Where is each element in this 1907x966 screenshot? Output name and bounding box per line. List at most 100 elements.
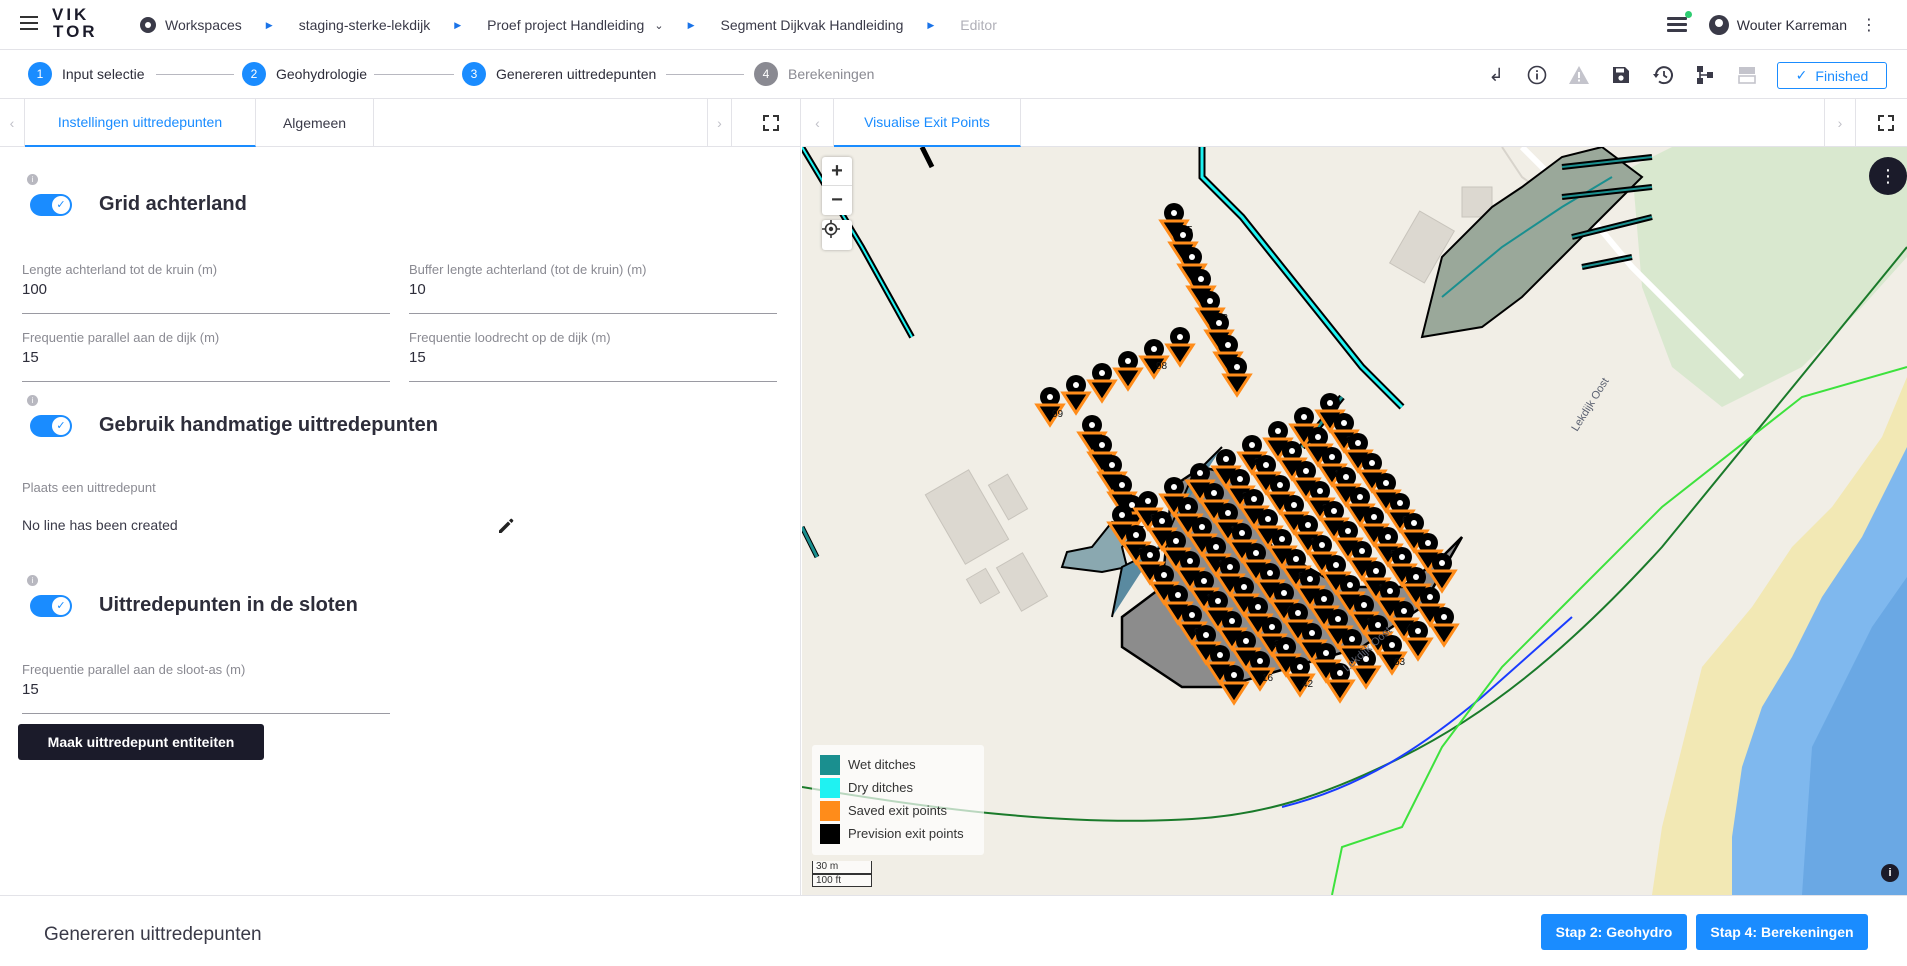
buffer-lengte-field[interactable]: Buffer lengte achterland (tot de kruin) … (409, 262, 777, 314)
previous-step-button[interactable]: Stap 2: Geohydro (1541, 914, 1687, 950)
saved-exit-point[interactable] (1060, 391, 1092, 416)
marker-center (1201, 578, 1207, 584)
marker-center (1345, 528, 1351, 534)
maak-uittredepunt-entiteiten-button[interactable]: Maak uittredepunt entiteiten (18, 724, 264, 760)
saved-exit-point[interactable] (1086, 379, 1118, 404)
grid-achterland-toggle[interactable] (30, 194, 72, 216)
buffer-lengte-input[interactable] (409, 281, 777, 298)
lengte-achterland-input[interactable] (22, 281, 390, 298)
marker-center (1337, 670, 1343, 676)
map-more-vert-icon[interactable]: ⋮ (1869, 157, 1907, 195)
marker-center (1389, 642, 1395, 648)
breadcrumb-workspaces[interactable]: Workspaces (140, 17, 242, 33)
frequentie-loodrecht-field[interactable]: Frequentie loodrecht op de dijk (m) (409, 330, 777, 382)
marker-center (1331, 508, 1337, 514)
frequentie-parallel-field[interactable]: Frequentie parallel aan de dijk (m) (22, 330, 390, 382)
marker-center (1375, 622, 1381, 628)
tab-scroll-right-icon[interactable]: › (707, 99, 732, 147)
zoom-control: + − (822, 157, 852, 215)
fullscreen-icon[interactable] (761, 113, 781, 133)
road-label: Lekdijk Oost (1569, 376, 1611, 434)
exit-points-layer: 1051129998888626272533141219201011986453… (1034, 203, 1460, 706)
marker-center (1109, 462, 1115, 468)
breadcrumb-segment[interactable]: Segment Dijkvak Handleiding (720, 17, 903, 33)
user-name[interactable]: Wouter Karreman (1737, 17, 1847, 33)
frequentie-parallel-input[interactable] (22, 349, 390, 366)
handmatige-uittredepunten-toggle[interactable] (30, 415, 72, 437)
wet-ditch (802, 526, 819, 558)
history-icon[interactable] (1651, 63, 1675, 87)
attribution-info-icon[interactable]: i (1881, 864, 1899, 882)
saved-exit-point[interactable] (1324, 679, 1356, 704)
marker-center (1253, 550, 1259, 556)
zoom-in-button[interactable]: + (822, 157, 852, 186)
marker-center (1241, 584, 1247, 590)
map-view[interactable]: 1051129998888626272533141219201011986453… (802, 147, 1907, 895)
step-2[interactable]: 2 Geohydrologie (242, 62, 367, 86)
saved-exit-point[interactable] (1402, 637, 1434, 662)
entity-tree-icon[interactable] (1693, 63, 1717, 87)
info-icon[interactable]: i (27, 575, 38, 586)
viktor-logo[interactable]: VIK TOR (52, 6, 98, 40)
fullscreen-icon[interactable] (1876, 113, 1896, 133)
tab-algemeen[interactable]: Algemeen (256, 99, 374, 147)
jobs-stack-icon[interactable] (1666, 11, 1692, 33)
frequentie-loodrecht-input[interactable] (409, 349, 777, 366)
no-line-text: No line has been created (22, 517, 178, 533)
marker-center (1355, 440, 1361, 446)
marker-center (1371, 514, 1377, 520)
marker-center (1305, 522, 1311, 528)
info-icon[interactable] (1525, 63, 1549, 87)
user-avatar-icon[interactable] (1708, 15, 1729, 35)
info-icon[interactable]: i (27, 174, 38, 185)
map-scale: 30 m 100 ft (812, 861, 872, 887)
marker-center (1099, 370, 1105, 376)
frequentie-sloot-as-input[interactable] (22, 681, 390, 698)
finished-button[interactable]: ✓ Finished (1777, 62, 1887, 89)
tab-scroll-right-icon[interactable]: › (1824, 99, 1856, 147)
enter-return-icon[interactable]: ↲ (1484, 63, 1508, 87)
marker-center (1187, 558, 1193, 564)
tab-instellingen-uittredepunten[interactable]: Instellingen uittredepunten (25, 99, 256, 147)
tab-scroll-left-icon[interactable]: ‹ (0, 99, 25, 147)
marker-center (1133, 532, 1139, 538)
more-vert-icon[interactable]: ⋮ (1861, 15, 1877, 35)
marker-center (1189, 254, 1195, 260)
frequentie-sloot-as-field[interactable]: Frequentie parallel aan de sloot-as (m) (22, 662, 390, 714)
pencil-icon[interactable] (496, 516, 516, 536)
saved-exit-point[interactable] (1428, 623, 1460, 648)
info-icon[interactable]: i (27, 395, 38, 406)
right-tab-bar: ‹ Visualise Exit Points › (802, 99, 1907, 147)
marker-center (1207, 298, 1213, 304)
scale-metric: 30 m (812, 861, 872, 874)
tab-label: Visualise Exit Points (864, 114, 990, 130)
locate-button[interactable] (822, 220, 852, 250)
tab-scroll-left-icon[interactable]: ‹ (802, 99, 834, 147)
step-1[interactable]: 1 Input selectie (28, 62, 145, 86)
marker-center (1411, 520, 1417, 526)
saved-exit-point[interactable] (1218, 681, 1250, 706)
marker-center (1277, 482, 1283, 488)
breadcrumb-workspace[interactable]: staging-sterke-lekdijk (299, 17, 431, 33)
breadcrumb-project[interactable]: Proef project Handleiding ⌄ (487, 17, 663, 33)
save-icon[interactable] (1609, 63, 1633, 87)
menu-icon[interactable] (20, 16, 38, 30)
marker-center (1189, 612, 1195, 618)
marker-center (1089, 422, 1095, 428)
saved-exit-point[interactable] (1164, 343, 1196, 368)
uittredepunten-sloten-toggle[interactable] (30, 595, 72, 617)
marker-center (1383, 480, 1389, 486)
step-4[interactable]: 4 Berekeningen (754, 62, 874, 86)
tab-visualise-exit-points[interactable]: Visualise Exit Points (834, 99, 1021, 147)
saved-exit-point[interactable] (1112, 367, 1144, 392)
exit-point-label: 16 (1262, 673, 1274, 684)
step-3[interactable]: 3 Genereren uittredepunten (462, 62, 656, 86)
saved-exit-point[interactable] (1350, 665, 1382, 690)
zoom-out-button[interactable]: − (822, 186, 852, 215)
next-step-button[interactable]: Stap 4: Berekeningen (1696, 914, 1868, 950)
saved-exit-point[interactable] (1221, 373, 1253, 398)
chevron-down-icon[interactable]: ⌄ (654, 19, 663, 32)
lengte-achterland-field[interactable]: Lengte achterland tot de kruin (m) (22, 262, 390, 314)
marker-center (1239, 530, 1245, 536)
step-connector (374, 74, 454, 75)
